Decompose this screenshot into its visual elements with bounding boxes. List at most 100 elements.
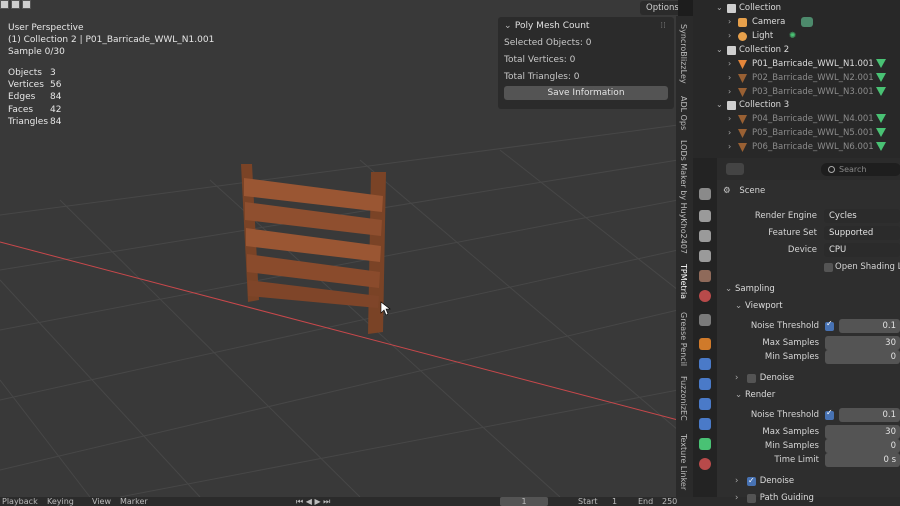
- noise-threshold-label: Noise Threshold: [750, 410, 819, 420]
- camera-data-icon[interactable]: [801, 17, 813, 27]
- particles-tab-icon[interactable]: [699, 378, 711, 390]
- viewport-subpanel-header[interactable]: ⌄ Viewport: [735, 299, 783, 313]
- search-input[interactable]: Search: [821, 163, 900, 176]
- drag-handle-icon[interactable]: ⁞⁞: [660, 17, 666, 35]
- end-frame-field[interactable]: 250: [662, 497, 677, 506]
- device-dropdown[interactable]: CPU: [824, 243, 900, 257]
- outliner-label: Collection 3: [739, 100, 790, 110]
- open-shading-checkbox[interactable]: [824, 263, 833, 272]
- expand-arrow-icon[interactable]: ›: [728, 57, 731, 71]
- mesh-data-icon[interactable]: [876, 114, 886, 123]
- outliner-row-p05[interactable]: › P05_Barricade_WWL_N5.001: [693, 126, 900, 140]
- constraints-tab-icon[interactable]: [699, 418, 711, 430]
- expand-arrow-icon[interactable]: ›: [728, 29, 731, 43]
- render-tab-icon[interactable]: [699, 210, 711, 222]
- denoise-render-header[interactable]: › Denoise: [735, 474, 794, 488]
- outliner-row-p04[interactable]: › P04_Barricade_WWL_N4.001: [693, 112, 900, 126]
- object-tab-icon[interactable]: [699, 338, 711, 350]
- keying-menu[interactable]: Keying: [47, 497, 74, 506]
- playback-controls-icon[interactable]: ⏮ ◀ ▶ ⏭: [296, 497, 330, 506]
- scene-tab-icon[interactable]: [699, 270, 711, 282]
- expand-arrow-icon[interactable]: ›: [728, 85, 731, 99]
- mesh-data-icon[interactable]: [876, 87, 886, 96]
- editor-type-button[interactable]: [726, 163, 744, 175]
- max-samples-render-field[interactable]: 30: [825, 425, 900, 439]
- start-frame-field[interactable]: 1: [612, 497, 617, 506]
- material-tab-icon[interactable]: [699, 458, 711, 470]
- tab-grease-pencil[interactable]: Grease Pencil: [676, 312, 693, 370]
- tab-adl-ops[interactable]: ADL Ops: [676, 96, 693, 138]
- outliner-row-camera[interactable]: › Camera: [693, 15, 900, 29]
- mesh-data-tab-icon[interactable]: [699, 438, 711, 450]
- noise-threshold-render-field[interactable]: 0.1: [839, 408, 900, 422]
- min-samples-field[interactable]: 0: [825, 350, 900, 364]
- collapse-arrow-icon[interactable]: ⌄: [716, 98, 723, 112]
- mesh-data-icon[interactable]: [876, 128, 886, 137]
- mesh-data-icon[interactable]: [876, 73, 886, 82]
- mesh-data-icon[interactable]: [876, 59, 886, 68]
- world-tab-icon[interactable]: [699, 290, 711, 302]
- tab-label: SyncroBlizzLey: [679, 24, 688, 84]
- collection-tab-icon[interactable]: [699, 314, 711, 326]
- max-samples-field[interactable]: 30: [825, 336, 900, 350]
- barricade-model: [241, 164, 386, 334]
- select-subtract-icon[interactable]: [22, 0, 31, 9]
- tab-texture-linker[interactable]: Texture Linker: [676, 434, 693, 494]
- denoise-viewport-checkbox[interactable]: [747, 374, 756, 383]
- tab-lods-maker[interactable]: LODs Maker by HuyKho2407: [676, 140, 693, 260]
- min-samples-render-field[interactable]: 0: [825, 439, 900, 453]
- select-box-icon[interactable]: [0, 0, 9, 9]
- 3d-viewport[interactable]: Options ⌄ User Perspective (1) Collectio…: [0, 0, 678, 497]
- render-subpanel-header[interactable]: ⌄ Render: [735, 388, 775, 402]
- outliner-label: P02_Barricade_WWL_N2.001: [752, 73, 874, 83]
- tab-syncroblizzley[interactable]: SyncroBlizzLey: [676, 24, 693, 94]
- mesh-data-icon[interactable]: [876, 142, 886, 151]
- noise-threshold-field[interactable]: 0.1: [839, 319, 900, 333]
- poly-panel-header[interactable]: ⌄ Poly Mesh Count ⁞⁞: [498, 17, 674, 35]
- expand-arrow-icon[interactable]: ›: [728, 126, 731, 140]
- stat-label: Vertices: [8, 80, 44, 91]
- physics-tab-icon[interactable]: [699, 398, 711, 410]
- denoise-render-checkbox[interactable]: [747, 474, 756, 488]
- path-guiding-header[interactable]: › Path Guiding: [735, 491, 814, 505]
- light-data-icon[interactable]: ✺: [789, 29, 796, 43]
- feature-set-dropdown[interactable]: Supported: [824, 226, 900, 240]
- expand-arrow-icon[interactable]: ›: [728, 112, 731, 126]
- collapse-arrow-icon[interactable]: ⌄: [716, 1, 723, 15]
- collapse-arrow-icon[interactable]: ⌄: [716, 43, 723, 57]
- outliner-row-p02[interactable]: › P02_Barricade_WWL_N2.001: [693, 71, 900, 85]
- outliner-row-collection-3[interactable]: ⌄ Collection 3: [693, 98, 900, 112]
- tab-fuzzonizec[interactable]: FuzzonizEC: [676, 376, 693, 426]
- output-tab-icon[interactable]: [699, 230, 711, 242]
- time-limit-label: Time Limit: [774, 455, 819, 465]
- wrench-icon[interactable]: [699, 358, 711, 370]
- outliner-row-collection-2[interactable]: ⌄ Collection 2: [693, 43, 900, 57]
- save-information-button[interactable]: Save Information: [504, 86, 668, 100]
- noise-threshold-checkbox[interactable]: [825, 319, 834, 331]
- outliner-row-p06[interactable]: › P06_Barricade_WWL_N6.001: [693, 140, 900, 154]
- select-extend-icon[interactable]: [11, 0, 20, 9]
- outliner-row-collection[interactable]: ⌄ Collection: [693, 1, 900, 15]
- current-frame-field[interactable]: 1: [500, 497, 548, 506]
- expand-arrow-icon[interactable]: ›: [728, 15, 731, 29]
- noise-threshold-render-checkbox[interactable]: [825, 408, 834, 420]
- sampling-panel-header[interactable]: ⌄ Sampling: [725, 282, 775, 296]
- options-dropdown[interactable]: Options ⌄: [640, 1, 678, 15]
- outliner-row-light[interactable]: › Light ✺: [693, 29, 900, 43]
- outliner-label: Camera: [752, 17, 786, 27]
- view-layer-tab-icon[interactable]: [699, 250, 711, 262]
- denoise-viewport-header[interactable]: › Denoise: [735, 371, 794, 385]
- render-engine-dropdown[interactable]: Cycles: [824, 209, 900, 223]
- expand-arrow-icon[interactable]: ›: [728, 140, 731, 154]
- marker-menu[interactable]: Marker: [120, 497, 148, 506]
- playback-menu[interactable]: Playback: [2, 497, 38, 506]
- outliner-row-p01[interactable]: › P01_Barricade_WWL_N1.001: [693, 57, 900, 71]
- view-menu[interactable]: View: [92, 497, 111, 506]
- path-guiding-checkbox[interactable]: [747, 494, 756, 503]
- time-limit-field[interactable]: 0 s: [825, 453, 900, 467]
- expand-arrow-icon[interactable]: ›: [728, 71, 731, 85]
- tab-tpmetria[interactable]: TPMetria: [676, 264, 693, 304]
- outliner-label: P03_Barricade_WWL_N3.001: [752, 87, 874, 97]
- tool-tab-icon[interactable]: [699, 188, 711, 200]
- outliner-row-p03[interactable]: › P03_Barricade_WWL_N3.001: [693, 85, 900, 99]
